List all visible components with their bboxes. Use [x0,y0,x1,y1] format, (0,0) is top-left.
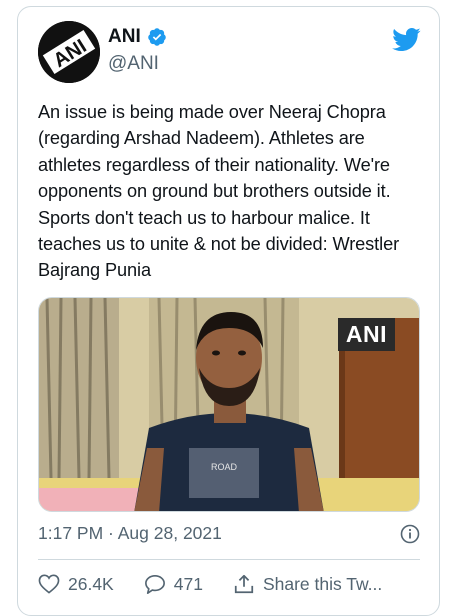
heart-icon [38,574,60,594]
divider [38,559,420,560]
ani-logo-icon: ANI [38,21,100,83]
tweet-text: An issue is being made over Neeraj Chopr… [38,102,400,281]
share-button[interactable]: Share this Tw... [233,573,382,595]
tweet-card: ANI ANI @ANI An issue is being made over… [17,6,440,616]
verified-badge-icon [147,27,167,47]
twitter-bird-icon[interactable] [391,27,421,57]
share-icon [233,573,255,595]
tweet-timestamp[interactable]: 1:17 PM · Aug 28, 2021 [38,523,222,544]
info-icon[interactable] [400,524,420,544]
share-label: Share this Tw... [262,573,383,594]
tweet-video-thumbnail[interactable]: ROAD ANI [38,297,420,512]
svg-text:ROAD: ROAD [211,462,238,472]
tweet-actions: 26.4K 471 Share this Tw... [38,573,428,595]
reply-count: 471 [173,573,203,594]
avatar[interactable]: ANI [38,21,100,83]
author-handle[interactable]: @ANI [108,53,159,75]
reply-button[interactable]: 471 [144,574,203,595]
ani-watermark: ANI [337,318,395,351]
like-button[interactable]: 26.4K [38,574,114,595]
reply-bubble-icon [144,574,166,595]
tweet-meta-row: 1:17 PM · Aug 28, 2021 [38,523,420,544]
author-name-row[interactable]: ANI [108,26,167,48]
display-name[interactable]: ANI [108,26,141,48]
like-count: 26.4K [68,573,114,594]
